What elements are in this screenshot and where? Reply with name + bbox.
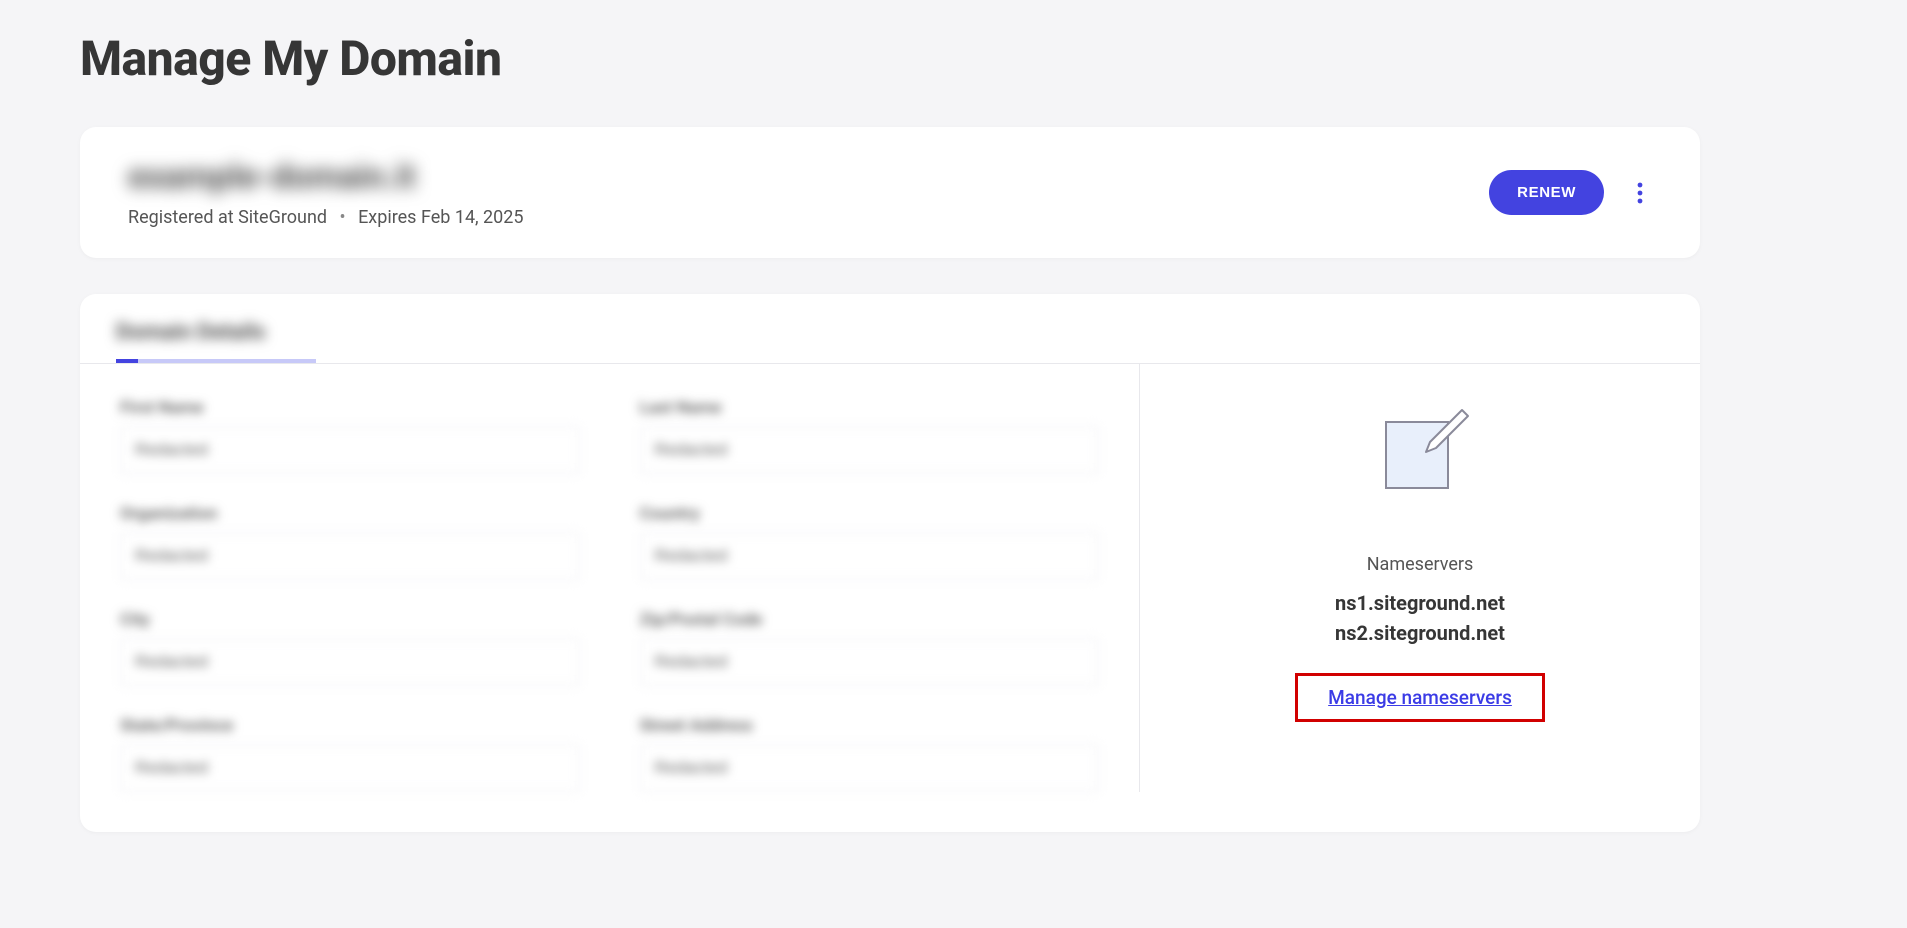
domain-info: example-domain.it Registered at SiteGrou…	[128, 157, 524, 228]
details-card: Domain Details First Name Last Name Orga…	[80, 294, 1700, 832]
domain-name: example-domain.it	[128, 157, 524, 197]
organization-field[interactable]	[120, 532, 580, 580]
domain-card: example-domain.it Registered at SiteGrou…	[80, 127, 1700, 258]
field-label: Country	[640, 504, 1100, 524]
zip-field[interactable]	[640, 638, 1100, 686]
nameservers-panel: Nameservers ns1.siteground.net ns2.siteg…	[1140, 364, 1700, 792]
nameservers-title: Nameservers	[1367, 554, 1474, 575]
tab-indicator	[116, 359, 316, 363]
domain-actions: RENEW	[1489, 170, 1652, 215]
country-field[interactable]	[640, 532, 1100, 580]
field-label: City	[120, 610, 580, 630]
field-label: State/Province	[120, 716, 580, 736]
city-field[interactable]	[120, 638, 580, 686]
domain-meta: Registered at SiteGround • Expires Feb 1…	[128, 207, 524, 228]
domain-expires: Expires Feb 14, 2025	[358, 207, 523, 228]
highlight-annotation: Manage nameservers	[1295, 673, 1545, 722]
domain-registrar: Registered at SiteGround	[128, 207, 327, 228]
edit-document-icon	[1370, 404, 1470, 504]
field-label: Street Address	[640, 716, 1100, 736]
street-field[interactable]	[640, 744, 1100, 792]
contact-form: First Name Last Name Organization Countr…	[80, 364, 1140, 792]
page-title: Manage My Domain	[80, 30, 1700, 87]
field-label: Zip/Postal Code	[640, 610, 1100, 630]
field-label: First Name	[120, 398, 580, 418]
tab-active[interactable]: Domain Details	[116, 320, 266, 355]
nameserver-2: ns2.siteground.net	[1335, 621, 1505, 645]
first-name-field[interactable]	[120, 426, 580, 474]
tab-strip: Domain Details	[80, 320, 1700, 363]
nameserver-1: ns1.siteground.net	[1335, 591, 1505, 615]
state-field[interactable]	[120, 744, 580, 792]
more-vertical-icon	[1637, 181, 1643, 205]
renew-button[interactable]: RENEW	[1489, 170, 1604, 215]
more-menu-button[interactable]	[1628, 173, 1652, 213]
field-label: Last Name	[640, 398, 1100, 418]
separator-dot: •	[340, 207, 346, 228]
last-name-field[interactable]	[640, 426, 1100, 474]
field-label: Organization	[120, 504, 580, 524]
manage-nameservers-link[interactable]: Manage nameservers	[1328, 686, 1512, 709]
